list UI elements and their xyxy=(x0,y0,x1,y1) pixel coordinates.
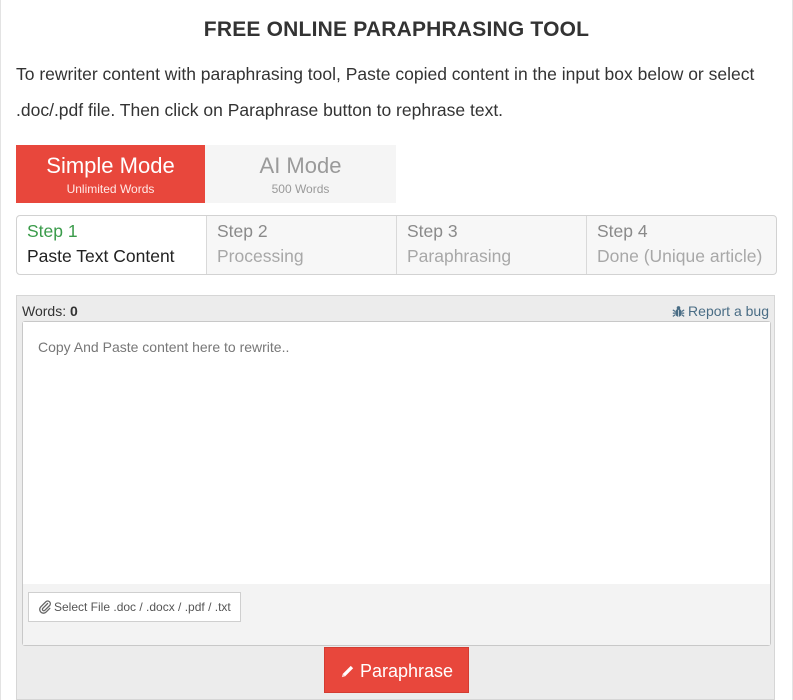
mode-switch: Simple Mode Unlimited Words AI Mode 500 … xyxy=(16,145,396,203)
step-2-label: Processing xyxy=(217,246,304,266)
paraphrase-button[interactable]: Paraphrase xyxy=(324,647,469,693)
step-1-label: Paste Text Content xyxy=(27,246,175,266)
step-3-label: Paraphrasing xyxy=(407,246,512,266)
step-4-number: Step 4 xyxy=(597,221,648,241)
step-2: Step 2 Processing xyxy=(206,216,395,274)
report-bug-label: Report a bug xyxy=(688,303,769,319)
simple-mode-sublabel: Unlimited Words xyxy=(66,182,155,196)
intro-text: To rewriter content with paraphrasing to… xyxy=(16,64,755,120)
frame-border-left xyxy=(0,0,1,700)
bug-icon xyxy=(672,306,685,317)
steps-bar: Step 1 Paste Text Content Step 2 Process… xyxy=(16,215,777,275)
step-1: Step 1 Paste Text Content xyxy=(17,216,206,274)
word-count-label: Words: xyxy=(22,303,67,319)
simple-mode-label: Simple Mode xyxy=(46,153,175,178)
content-input[interactable] xyxy=(23,322,770,584)
word-count-value: 0 xyxy=(69,303,78,319)
ai-mode-label: AI Mode xyxy=(259,153,342,178)
step-3-number: Step 3 xyxy=(407,221,458,241)
report-bug-link[interactable]: Report a bug xyxy=(672,303,769,319)
step-1-number: Step 1 xyxy=(27,221,78,241)
word-count: Words: 0 xyxy=(22,303,78,319)
editor-panel: Words: 0 Report a bug Select File .doc /… xyxy=(16,295,775,700)
step-4: Step 4 Done (Unique article) xyxy=(586,216,776,274)
content-input-wrapper: Select File .doc / .docx / .pdf / .txt xyxy=(22,321,771,646)
paperclip-icon xyxy=(39,600,51,614)
select-file-label: Select File .doc / .docx / .pdf / .txt xyxy=(54,600,231,614)
select-file-button[interactable]: Select File .doc / .docx / .pdf / .txt xyxy=(28,592,241,622)
step-3: Step 3 Paraphrasing xyxy=(396,216,585,274)
step-2-number: Step 2 xyxy=(217,221,268,241)
ai-mode-sublabel: 500 Words xyxy=(271,182,330,196)
file-strip: Select File .doc / .docx / .pdf / .txt xyxy=(23,584,770,645)
simple-mode-tab[interactable]: Simple Mode Unlimited Words xyxy=(16,145,205,203)
pencil-icon xyxy=(341,665,354,678)
step-4-label: Done (Unique article) xyxy=(597,246,763,266)
page-title: FREE ONLINE PARAPHRASING TOOL xyxy=(203,18,590,41)
ai-mode-tab[interactable]: AI Mode 500 Words xyxy=(206,145,395,203)
paraphrase-label: Paraphrase xyxy=(359,661,454,681)
